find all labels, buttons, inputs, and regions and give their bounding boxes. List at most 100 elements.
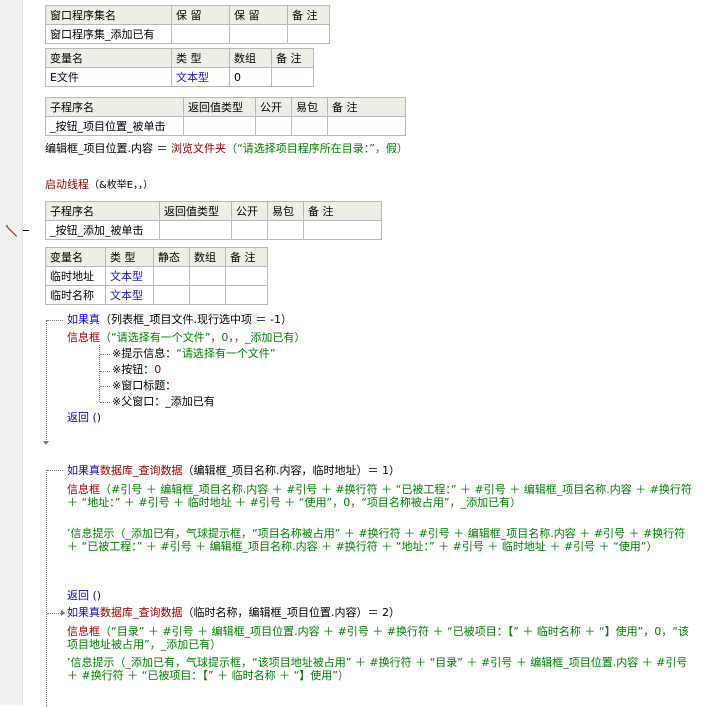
flow-arrow-icon [61,610,65,616]
table-header: 数组 [189,247,226,267]
flow-line [46,320,47,442]
table-cell[interactable]: 文本型 [171,67,230,87]
table-cell[interactable] [225,266,268,286]
return-statement[interactable]: 返回 () [67,411,101,425]
breakpoint-marker [23,230,29,231]
function-args: （“请选择有一个文件”，0，，_添加已有） [100,331,306,344]
table-cell[interactable] [327,116,406,136]
function-name: 信息框 [67,331,100,344]
param-value: 0 [154,363,162,376]
table-header: 返回值类型 [159,201,232,221]
table-header: 备 注 [303,201,382,221]
param-label: ※窗口标题： [112,379,177,392]
table-cell[interactable] [291,116,328,136]
function-args: （#引号 ＋ 编辑框_项目名称.内容 ＋ #引号 ＋ #换行符 ＋ “已被工程：… [67,483,692,509]
code-lhs: 编辑框_项目位置.内容 ＝ [45,142,171,155]
table-cell[interactable] [267,220,304,240]
assembly-variable-table: 变量名 类 型 数组 备 注 E文件 文本型 0 [45,48,314,87]
table-cell[interactable] [287,24,330,44]
function-name: 信息框 [67,625,100,638]
table-cell[interactable] [225,285,268,305]
param-row[interactable]: ※窗口标题： [112,379,176,393]
function-name: 信息框 [67,483,100,496]
editor-gutter[interactable] [0,0,23,705]
table-header: 子程序名 [45,97,184,117]
param-tree-line [100,386,110,387]
param-label: ※提示信息： [112,347,177,360]
condition: （临时名称，编辑框_项目位置.内容）＝ 2） [182,606,401,619]
code-line[interactable]: 信息框（“请选择有一个文件”，0，，_添加已有） [67,331,305,345]
table-cell[interactable] [303,220,382,240]
pen-icon [6,225,18,237]
subroutine-table-1: 子程序名 返回值类型 公开 易包 备 注 _按钮_项目位置_被单击 [45,97,406,136]
table-header: 备 注 [287,5,330,25]
table-cell[interactable] [271,67,314,87]
param-row[interactable]: ※按钮：0 [112,363,161,377]
table-cell[interactable]: 0 [229,67,272,87]
code-line[interactable]: 信息框（“目录” ＋ #引号 ＋ 编辑框_项目位置.内容 ＋ #引号 ＋ #换行… [67,625,699,651]
table-cell[interactable]: _按钮_项目位置_被单击 [45,116,184,136]
flow-arrow-icon [43,441,49,445]
table-cell[interactable]: 临时地址 [45,266,106,286]
flow-line [46,470,47,707]
table-cell[interactable]: 临时名称 [45,285,106,305]
table-header: 类 型 [105,247,154,267]
function-args: （&枚举E，，） [89,180,154,191]
table-header: 备 注 [225,247,268,267]
param-value: _添加已有 [165,395,215,408]
return-statement[interactable]: 返回 () [67,589,101,603]
table-cell[interactable] [153,285,190,305]
param-row[interactable]: ※提示信息：“请选择有一个文件” [112,347,276,361]
param-tree-line [100,402,110,403]
table-cell[interactable] [183,116,256,136]
condition: （列表框_项目文件.现行选中项 ＝ -1） [100,313,292,326]
table-cell[interactable]: 文本型 [105,266,154,286]
param-row[interactable]: ※父窗口：_添加已有 [112,395,215,409]
table-header: 返回值类型 [183,97,256,117]
table-cell[interactable] [159,220,232,240]
local-variable-table: 变量名 类 型 静态 数组 备 注 临时地址 文本型 临时名称 文本型 [45,247,268,305]
param-tree-line [100,354,110,355]
function-name: 浏览文件夹 [171,142,226,155]
flow-line [47,470,63,471]
table-cell[interactable] [171,24,230,44]
table-cell[interactable]: 文本型 [105,285,154,305]
table-cell[interactable] [153,266,190,286]
table-header: 备 注 [327,97,406,117]
table-header: 子程序名 [45,201,160,221]
table-header: 公开 [255,97,292,117]
code-line[interactable]: 编辑框_项目位置.内容 ＝ 浏览文件夹（“请选择项目程序所在目录：”，假） [45,142,408,156]
condition: （编辑框_项目名称.内容，临时地址）＝ 1） [182,464,401,477]
table-cell[interactable]: E文件 [45,67,172,87]
param-label: ※按钮： [112,363,155,376]
keyword-if: 如果真 [67,313,100,326]
comment-line[interactable]: ’信息提示（_添加已有，气球提示框，“项目名称被占用” ＋ #换行符 ＋ #引号… [67,527,699,553]
table-cell[interactable] [255,116,292,136]
code-line[interactable]: 信息框（#引号 ＋ 编辑框_项目名称.内容 ＋ #引号 ＋ #换行符 ＋ “已被… [67,483,699,509]
param-tree-line [100,371,110,372]
table-cell[interactable] [189,285,226,305]
comment-line[interactable]: ’信息提示（_添加已有，气球提示框，“该项目地址被占用” ＋ #换行符 ＋ “目… [67,656,699,682]
table-header: 数组 [229,48,272,68]
table-cell[interactable]: 窗口程序集_添加已有 [45,24,172,44]
table-header: 静态 [153,247,190,267]
keyword-if: 如果真 [67,606,100,619]
table-cell[interactable] [229,24,288,44]
table-cell[interactable] [231,220,268,240]
table-cell[interactable] [189,266,226,286]
table-header: 类 型 [171,48,230,68]
table-header: 备 注 [271,48,314,68]
flow-line [47,320,63,321]
function-args: （“目录” ＋ #引号 ＋ 编辑框_项目位置.内容 ＋ #引号 ＋ #换行符 ＋… [67,625,689,651]
table-header: 变量名 [45,48,172,68]
code-line[interactable]: 启动线程（&枚举E，，） [45,178,153,193]
code-line[interactable]: 如果真数据库_查询数据（临时名称，编辑框_项目位置.内容）＝ 2） [67,606,400,620]
code-line[interactable]: 如果真（列表框_项目文件.现行选中项 ＝ -1） [67,313,292,327]
table-cell[interactable]: _按钮_添加_被单击 [45,220,160,240]
function-args: （“请选择项目程序所在目录：”，假） [226,142,408,155]
param-label: ※父窗口： [112,395,166,408]
table-header: 公开 [231,201,268,221]
table-header: 窗口程序集名 [45,5,172,25]
table-header: 保 留 [171,5,230,25]
code-line[interactable]: 如果真数据库_查询数据（编辑框_项目名称.内容，临时地址）＝ 1） [67,464,400,478]
